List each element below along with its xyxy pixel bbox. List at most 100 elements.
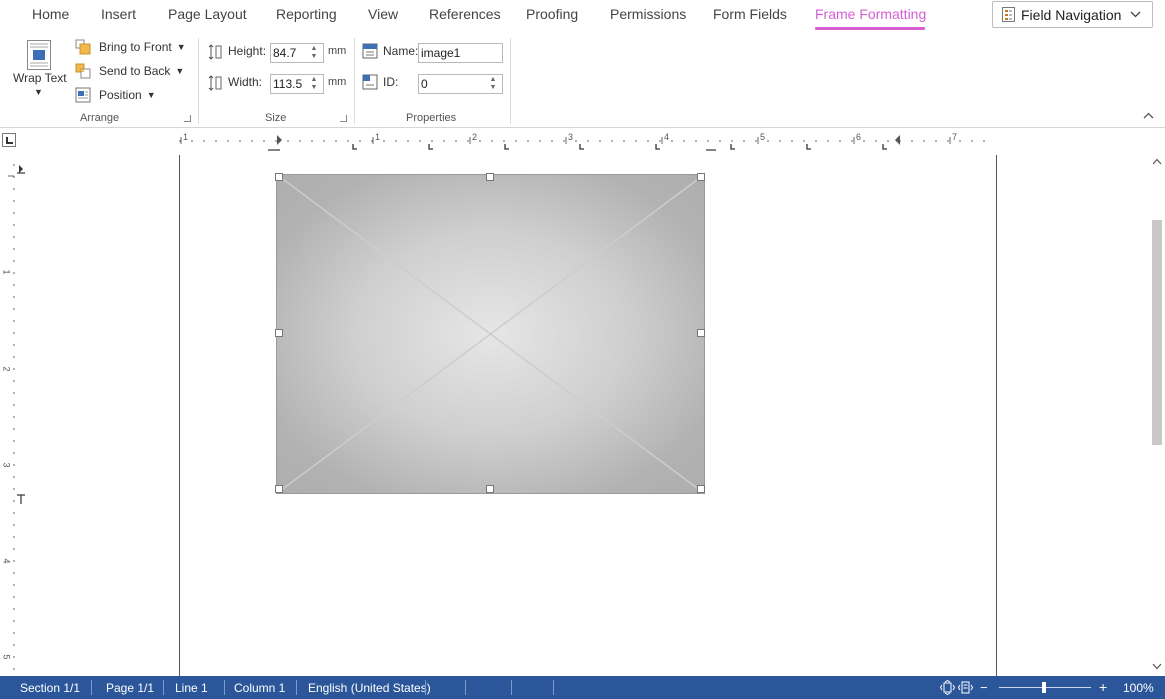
size-group-label: Size — [265, 112, 287, 124]
width-spinner[interactable]: ▲▼ — [270, 74, 324, 94]
bring-to-front-label: Bring to Front — [99, 40, 172, 54]
tab-proofing[interactable]: Proofing — [526, 6, 578, 22]
tab-frame-formatting[interactable]: Frame Formatting — [815, 6, 926, 22]
size-dialog-launcher[interactable] — [340, 115, 347, 122]
bring-to-front-button[interactable]: Bring to Front ▼ — [75, 39, 186, 55]
wrap-text-dropdown-arrow: ▼ — [34, 87, 43, 97]
position-icon — [75, 87, 91, 103]
resize-handle-right[interactable] — [697, 329, 705, 337]
image-frame[interactable] — [275, 173, 705, 494]
ruler-number: 1 — [183, 132, 189, 142]
name-icon — [362, 43, 378, 59]
arrange-group-label: Arrange — [80, 112, 120, 124]
width-label: Width: — [228, 75, 263, 89]
resize-handle-top-left[interactable] — [275, 173, 283, 181]
ruler-number: 2 — [1, 366, 12, 372]
ruler-number: 6 — [856, 132, 862, 142]
status-divider — [91, 680, 92, 695]
width-spin-arrows[interactable]: ▲ ▼ — [308, 76, 320, 93]
ribbon-tab-bar: Home Insert Page Layout Reporting View R… — [0, 0, 1165, 30]
resize-handle-top[interactable] — [486, 173, 494, 181]
id-input[interactable] — [419, 75, 485, 93]
zoom-in-button[interactable]: + — [1099, 679, 1107, 695]
tab-references[interactable]: References — [429, 6, 501, 22]
vertical-scrollbar[interactable] — [1148, 155, 1165, 676]
properties-group-label: Properties — [406, 112, 457, 124]
id-icon — [362, 74, 378, 90]
id-spin-arrows[interactable]: ▲ ▼ — [487, 76, 499, 93]
collapse-ribbon-button[interactable] — [1143, 110, 1157, 122]
status-language[interactable]: English (United States) — [308, 681, 431, 695]
field-navigation-icon — [1002, 7, 1015, 22]
zoom-slider-thumb[interactable] — [1042, 682, 1046, 693]
width-unit: mm — [328, 76, 347, 88]
wrap-text-button[interactable]: Wrap Text ▼ — [9, 38, 67, 100]
name-input[interactable] — [419, 44, 502, 62]
wrap-text-icon — [27, 40, 51, 70]
tab-form-fields[interactable]: Form Fields — [713, 6, 787, 22]
fit-page-icon[interactable] — [957, 680, 974, 695]
status-divider — [163, 680, 164, 695]
ruler-number: 5 — [1, 654, 12, 660]
position-button[interactable]: Position ▼ — [75, 87, 156, 103]
send-to-back-label: Send to Back — [99, 64, 171, 78]
bring-to-front-icon — [75, 39, 91, 55]
ribbon-panel: Wrap Text ▼ Bring to Front ▼ Send to Bac… — [0, 30, 1165, 128]
position-label: Position — [99, 88, 142, 102]
fit-width-icon[interactable] — [939, 679, 956, 696]
name-label: Name: — [383, 44, 419, 58]
height-spin-arrows[interactable]: ▲ ▼ — [308, 45, 320, 62]
tab-permissions[interactable]: Permissions — [610, 6, 686, 22]
tab-page-layout[interactable]: Page Layout — [168, 6, 247, 22]
field-navigation-dropdown[interactable]: Field Navigation — [992, 1, 1153, 28]
resize-handle-top-right[interactable] — [697, 173, 705, 181]
id-label: ID: — [383, 75, 399, 89]
scroll-up-button[interactable] — [1151, 157, 1162, 167]
tab-view[interactable]: View — [368, 6, 398, 22]
scrollbar-thumb[interactable] — [1152, 220, 1162, 445]
id-spinner[interactable]: ▲▼ — [418, 74, 503, 94]
zoom-level[interactable]: 100% — [1123, 681, 1154, 695]
ruler-number: 3 — [1, 462, 12, 468]
page-left-edge — [179, 155, 180, 676]
status-bar: Section 1/1 Page 1/1 Line 1 Column 1 Eng… — [0, 676, 1165, 699]
height-spinner[interactable]: ▲▼ — [270, 43, 324, 63]
zoom-out-button[interactable]: − — [980, 680, 988, 695]
height-icon — [207, 44, 223, 60]
ruler-number: 1 — [375, 132, 381, 142]
send-to-back-dropdown-arrow: ▼ — [175, 66, 185, 76]
page-right-edge — [996, 155, 997, 676]
status-divider — [465, 680, 466, 695]
send-to-back-button[interactable]: Send to Back ▼ — [75, 63, 184, 79]
tab-insert[interactable]: Insert — [101, 6, 136, 22]
tab-reporting[interactable]: Reporting — [276, 6, 337, 22]
status-column: Column 1 — [234, 681, 286, 695]
chevron-down-icon — [1130, 9, 1141, 21]
vertical-ruler[interactable]: 1 2 3 4 5 — [0, 155, 28, 675]
tab-home[interactable]: Home — [32, 6, 69, 22]
status-line: Line 1 — [175, 681, 208, 695]
resize-handle-bottom-left[interactable] — [275, 485, 283, 493]
status-divider — [296, 680, 297, 695]
width-icon — [207, 75, 223, 91]
group-divider — [198, 38, 199, 124]
scroll-down-button[interactable] — [1151, 662, 1162, 672]
status-divider — [553, 680, 554, 695]
ruler-number: 4 — [664, 132, 670, 142]
group-divider — [354, 38, 355, 124]
resize-handle-bottom[interactable] — [486, 485, 494, 493]
document-area[interactable] — [28, 155, 1148, 676]
height-input[interactable] — [271, 44, 309, 62]
ruler-number: 7 — [952, 132, 958, 142]
ruler-number: 3 — [568, 132, 574, 142]
arrange-dialog-launcher[interactable] — [184, 115, 191, 122]
horizontal-ruler[interactable]: 1 1 2 3 4 5 6 7 — [0, 129, 1165, 154]
group-divider — [510, 38, 511, 124]
resize-handle-bottom-right[interactable] — [697, 485, 705, 493]
width-input[interactable] — [271, 75, 309, 93]
status-divider — [425, 680, 426, 695]
bring-to-front-dropdown-arrow: ▼ — [176, 42, 186, 52]
name-field[interactable] — [418, 43, 503, 63]
resize-handle-left[interactable] — [275, 329, 283, 337]
height-label: Height: — [228, 44, 267, 58]
